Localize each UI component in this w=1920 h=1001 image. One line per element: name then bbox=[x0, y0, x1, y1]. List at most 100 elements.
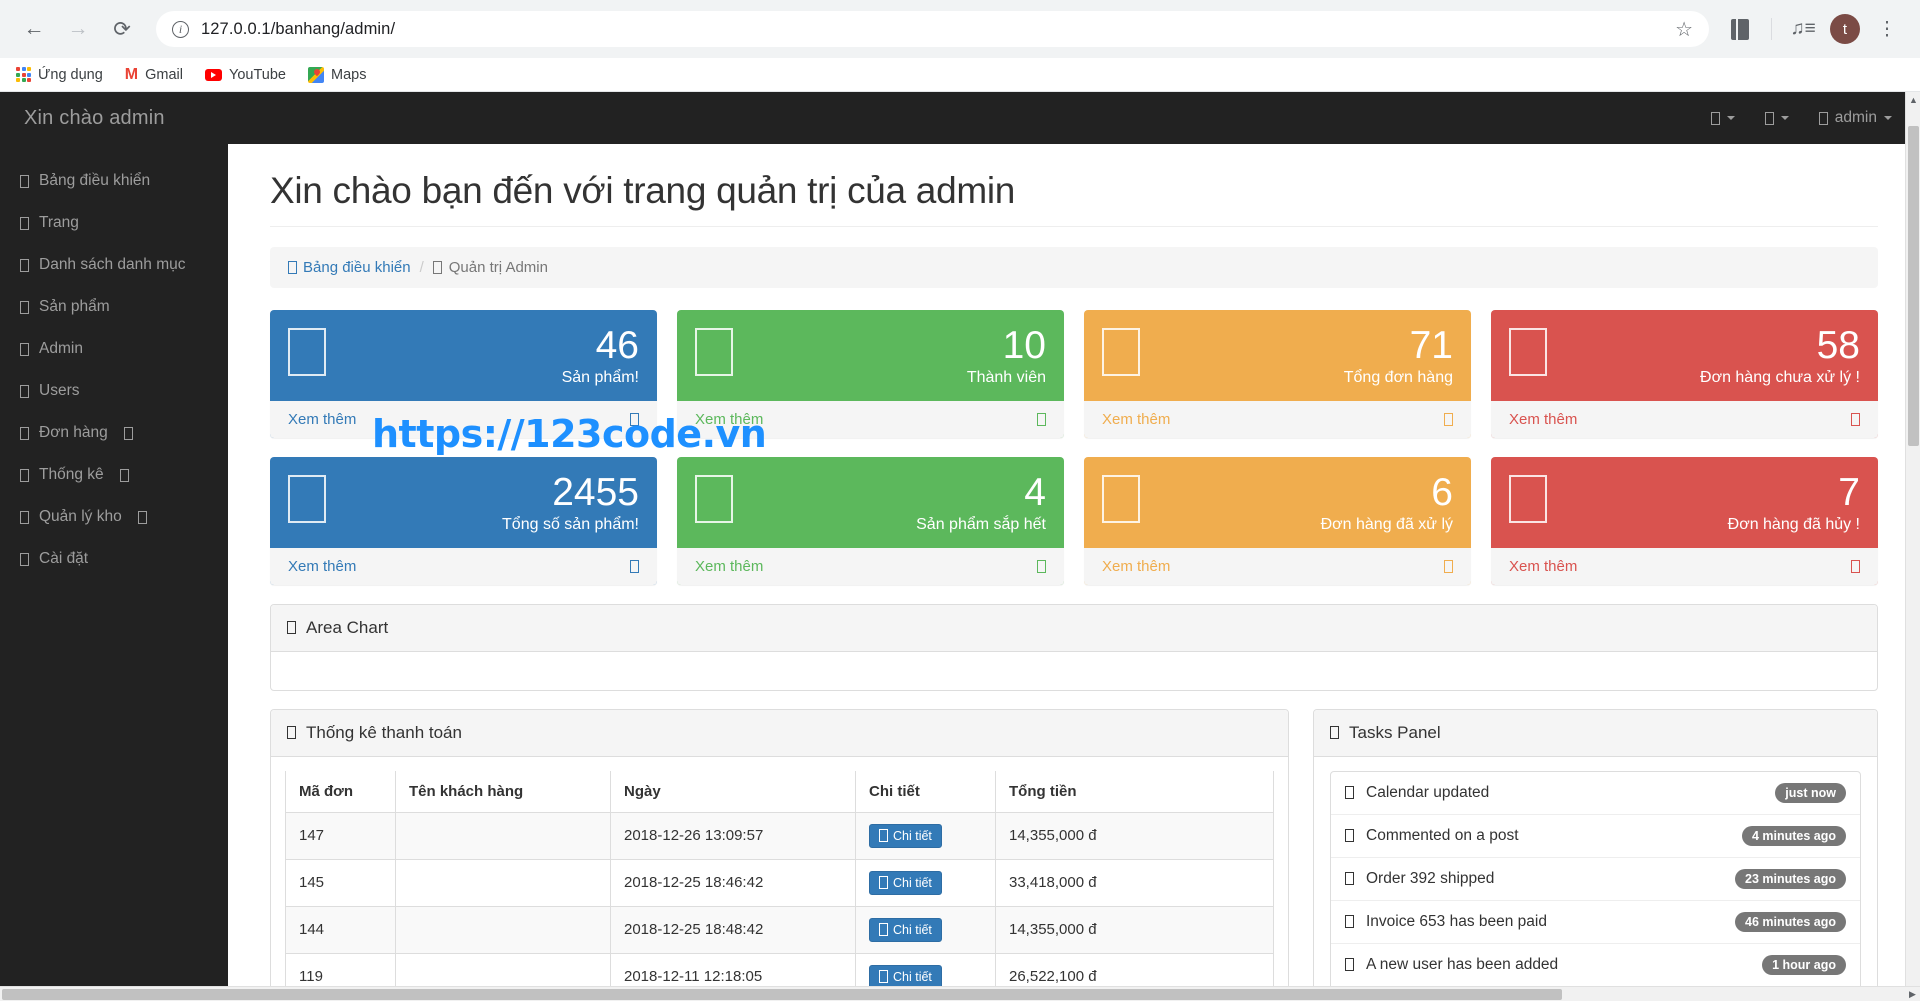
sidebar-item-danh-sach-danh-muc[interactable]: Danh sách danh mục bbox=[0, 244, 228, 286]
stat-value: 4 bbox=[916, 473, 1046, 513]
page-icon bbox=[20, 217, 29, 230]
cell-ten-khach-hang bbox=[396, 859, 611, 906]
bar-chart-icon bbox=[287, 621, 296, 634]
cell-ngay: 2018-12-25 18:48:42 bbox=[611, 906, 856, 953]
users-icon bbox=[20, 385, 29, 398]
sidebar-item-trang[interactable]: Trang bbox=[0, 202, 228, 244]
avatar[interactable]: t bbox=[1828, 12, 1862, 46]
breadcrumb-home-link[interactable]: Bảng điều khiển bbox=[288, 259, 411, 276]
scroll-right-arrow-icon[interactable]: ▶ bbox=[1905, 987, 1920, 1001]
stat-card-body: 4 Sản phẩm sắp hết bbox=[677, 457, 1064, 548]
list-item[interactable]: Commented on a post 4 minutes ago bbox=[1331, 815, 1860, 858]
sidebar-item-don-hang[interactable]: Đơn hàng bbox=[0, 412, 228, 454]
stat-value: 2455 bbox=[502, 473, 639, 513]
search-icon bbox=[879, 970, 888, 983]
stat-card-thanh-vien[interactable]: 10 Thành viên Xem thêm bbox=[677, 310, 1064, 438]
stat-card-footer[interactable]: Xem thêm bbox=[677, 548, 1064, 585]
stat-card-tong-so-san-pham[interactable]: 2455 Tổng số sản phẩm! Xem thêm bbox=[270, 457, 657, 585]
topnav-user-menu[interactable]: admin bbox=[1819, 109, 1892, 127]
payment-stats-panel: Thống kê thanh toán Mã đơn Tên khách hàn… bbox=[270, 709, 1289, 1001]
stat-card-footer[interactable]: Xem thêm bbox=[1084, 548, 1471, 585]
bookmark-maps[interactable]: Maps bbox=[308, 67, 366, 83]
sidebar-item-label: Quản lý kho bbox=[39, 508, 122, 526]
task-time-badge: 23 minutes ago bbox=[1735, 869, 1846, 889]
gmail-icon: M bbox=[125, 67, 138, 83]
calendar-icon bbox=[1345, 786, 1354, 799]
sidebar-item-thong-ke[interactable]: Thống kê bbox=[0, 454, 228, 496]
box-icon bbox=[288, 328, 326, 376]
bookmark-star-icon[interactable]: ☆ bbox=[1675, 17, 1693, 42]
task-time-badge: just now bbox=[1775, 783, 1846, 803]
sidebar-item-users[interactable]: Users bbox=[0, 370, 228, 412]
topnav-notifications[interactable] bbox=[1765, 112, 1789, 125]
payment-stats-column: Thống kê thanh toán Mã đơn Tên khách hàn… bbox=[270, 709, 1289, 1001]
bookmark-ung-dung[interactable]: Ứng dụng bbox=[16, 67, 103, 83]
list-item[interactable]: Invoice 653 has been paid 46 minutes ago bbox=[1331, 901, 1860, 944]
sidebar-item-cai-dat[interactable]: Cài đặt bbox=[0, 538, 228, 580]
stat-card-footer[interactable]: Xem thêm bbox=[1491, 401, 1878, 438]
topnav-messages[interactable] bbox=[1711, 112, 1735, 125]
alert-icon bbox=[1509, 328, 1547, 376]
bookmark-youtube[interactable]: YouTube bbox=[205, 67, 286, 83]
detail-button[interactable]: Chi tiết bbox=[869, 965, 942, 989]
table-row[interactable]: 144 2018-12-25 18:48:42 Chi tiết bbox=[286, 906, 1274, 953]
stat-card-row-2: 2455 Tổng số sản phẩm! Xem thêm 4 bbox=[270, 457, 1878, 585]
table-row[interactable]: 147 2018-12-26 13:09:57 Chi tiết bbox=[286, 812, 1274, 859]
warning-icon bbox=[695, 475, 733, 523]
reload-icon[interactable]: ⟳ bbox=[104, 11, 140, 47]
bookmark-gmail[interactable]: M Gmail bbox=[125, 67, 183, 83]
address-bar[interactable]: i 127.0.0.1/banhang/admin/ ☆ bbox=[156, 11, 1709, 47]
toolbar-divider bbox=[1771, 18, 1772, 40]
stat-card-footer[interactable]: Xem thêm bbox=[270, 548, 657, 585]
stat-card-san-pham[interactable]: 46 Sản phẩm! Xem thêm bbox=[270, 310, 657, 438]
task-time-badge: 46 minutes ago bbox=[1735, 912, 1846, 932]
site-info-icon[interactable]: i bbox=[172, 21, 189, 38]
cell-ngay: 2018-12-26 13:09:57 bbox=[611, 812, 856, 859]
scroll-up-arrow-icon[interactable]: ▲ bbox=[1906, 92, 1920, 109]
sidebar-item-label: Danh sách danh mục bbox=[39, 256, 185, 274]
stat-card-footer[interactable]: Xem thêm bbox=[270, 401, 657, 438]
payment-table-head: Mã đơn Tên khách hàng Ngày Chi tiết Tổng… bbox=[286, 771, 1274, 813]
list-item[interactable]: Order 392 shipped 23 minutes ago bbox=[1331, 858, 1860, 901]
detail-button[interactable]: Chi tiết bbox=[869, 871, 942, 895]
stat-card-san-pham-sap-het[interactable]: 4 Sản phẩm sắp hết Xem thêm bbox=[677, 457, 1064, 585]
reading-list-icon[interactable] bbox=[1723, 12, 1757, 46]
detail-button[interactable]: Chi tiết bbox=[869, 824, 942, 848]
vertical-scroll-thumb[interactable] bbox=[1908, 126, 1919, 446]
vertical-scrollbar[interactable]: ▲ ▼ bbox=[1905, 92, 1920, 1001]
stat-card-body: 46 Sản phẩm! bbox=[270, 310, 657, 401]
stat-card-footer[interactable]: Xem thêm bbox=[1084, 401, 1471, 438]
sidebar-item-admin[interactable]: Admin bbox=[0, 328, 228, 370]
table-row[interactable]: 145 2018-12-25 18:46:42 Chi tiết bbox=[286, 859, 1274, 906]
cell-ma-don: 145 bbox=[286, 859, 396, 906]
list-item[interactable]: Calendar updated just now bbox=[1331, 772, 1860, 815]
media-controls-icon[interactable]: ♫≡ bbox=[1786, 12, 1820, 46]
task-label: Invoice 653 has been paid bbox=[1366, 913, 1547, 931]
list-item[interactable]: A new user has been added 1 hour ago bbox=[1331, 944, 1860, 987]
stat-card-don-hang-da-huy[interactable]: 7 Đơn hàng đã hủy ! Xem thêm bbox=[1491, 457, 1878, 585]
search-icon bbox=[879, 923, 888, 936]
bookmark-label: Maps bbox=[331, 67, 366, 83]
forward-arrow-icon[interactable]: → bbox=[60, 11, 96, 47]
col-header-tong-tien: Tổng tiền bbox=[996, 771, 1274, 813]
horizontal-scroll-thumb[interactable] bbox=[2, 989, 1562, 1000]
back-arrow-icon[interactable]: ← bbox=[16, 11, 52, 47]
stat-card-tong-don-hang[interactable]: 71 Tổng đơn hàng Xem thêm bbox=[1084, 310, 1471, 438]
sidebar-item-quan-ly-kho[interactable]: Quản lý kho bbox=[0, 496, 228, 538]
stat-card-footer[interactable]: Xem thêm bbox=[677, 401, 1064, 438]
detail-button[interactable]: Chi tiết bbox=[869, 918, 942, 942]
stat-card-body: 10 Thành viên bbox=[677, 310, 1064, 401]
stat-card-body: 58 Đơn hàng chưa xử lý ! bbox=[1491, 310, 1878, 401]
stat-card-footer[interactable]: Xem thêm bbox=[1491, 548, 1878, 585]
stat-card-don-hang-da-xu-ly[interactable]: 6 Đơn hàng đã xử lý Xem thêm bbox=[1084, 457, 1471, 585]
sidebar-item-bang-dieu-khien[interactable]: Bảng điều khiển bbox=[0, 160, 228, 202]
three-dot-menu-icon[interactable]: ⋮ bbox=[1870, 12, 1904, 46]
stat-footer-label: Xem thêm bbox=[1102, 558, 1170, 575]
area-chart-panel: Area Chart bbox=[270, 604, 1878, 691]
sidebar-item-san-pham[interactable]: Sản phẩm bbox=[0, 286, 228, 328]
horizontal-scrollbar[interactable]: ▶ bbox=[0, 986, 1920, 1001]
stat-footer-label: Xem thêm bbox=[695, 411, 763, 428]
stat-card-don-hang-chua-xu-ly[interactable]: 58 Đơn hàng chưa xử lý ! Xem thêm bbox=[1491, 310, 1878, 438]
check-icon bbox=[1102, 475, 1140, 523]
tasks-list: Calendar updated just now Commented on a… bbox=[1330, 771, 1861, 1001]
